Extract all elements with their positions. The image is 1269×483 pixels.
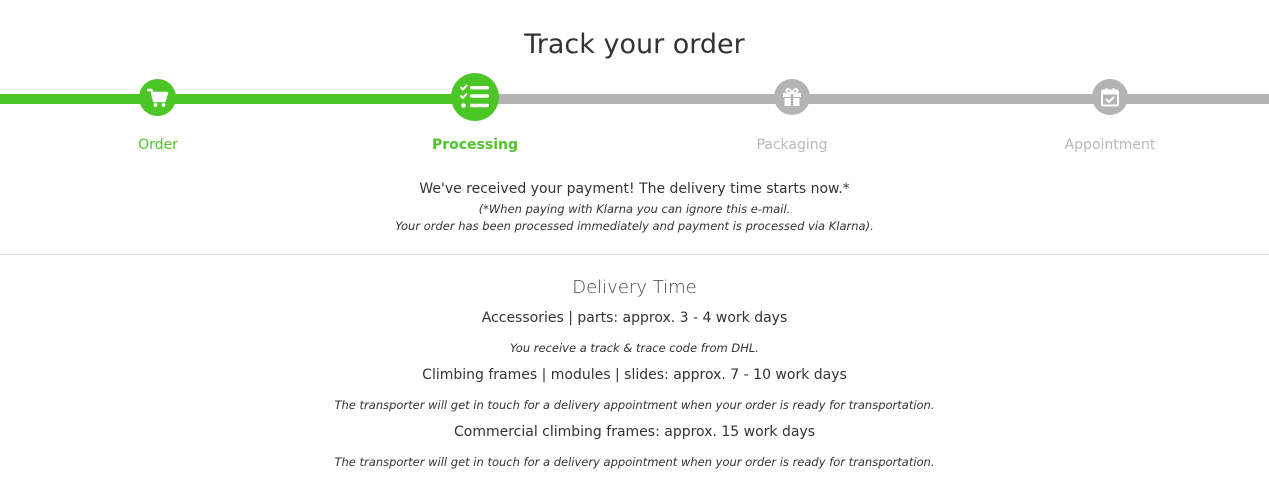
step-label-processing: Processing xyxy=(431,137,519,153)
delivery-note-commercial: The transporter will get in touch for a … xyxy=(334,455,935,469)
progress-track-remaining xyxy=(476,94,1269,104)
track-order-page: Track your order Order Processing Packag… xyxy=(0,0,1269,483)
progress-track-completed xyxy=(0,94,476,104)
delivery-line-commercial: Commercial climbing frames: approx. 15 w… xyxy=(453,424,816,440)
klarna-note-2: Your order has been processed immediatel… xyxy=(395,219,874,233)
delivery-line-climbing-frames: Climbing frames | modules | slides: appr… xyxy=(422,367,847,383)
page-title: Track your order xyxy=(524,29,745,60)
delivery-note-accessories: You receive a track & trace code from DH… xyxy=(510,341,759,355)
delivery-note-climbing-frames: The transporter will get in touch for a … xyxy=(334,398,935,412)
delivery-time-title: Delivery Time xyxy=(572,277,697,298)
delivery-line-accessories: Accessories | parts: approx. 3 - 4 work … xyxy=(481,310,788,326)
calendar-check-icon xyxy=(1092,79,1128,115)
section-divider xyxy=(0,254,1269,255)
cart-icon xyxy=(139,79,176,116)
step-label-packaging: Packaging xyxy=(756,137,828,153)
payment-received-message: We've received your payment! The deliver… xyxy=(419,181,850,197)
checklist-icon xyxy=(451,73,499,121)
klarna-note-1: (*When paying with Klarna you can ignore… xyxy=(478,202,791,216)
step-label-appointment: Appointment xyxy=(1064,137,1156,153)
gift-icon xyxy=(774,79,810,115)
step-label-order: Order xyxy=(138,137,178,153)
